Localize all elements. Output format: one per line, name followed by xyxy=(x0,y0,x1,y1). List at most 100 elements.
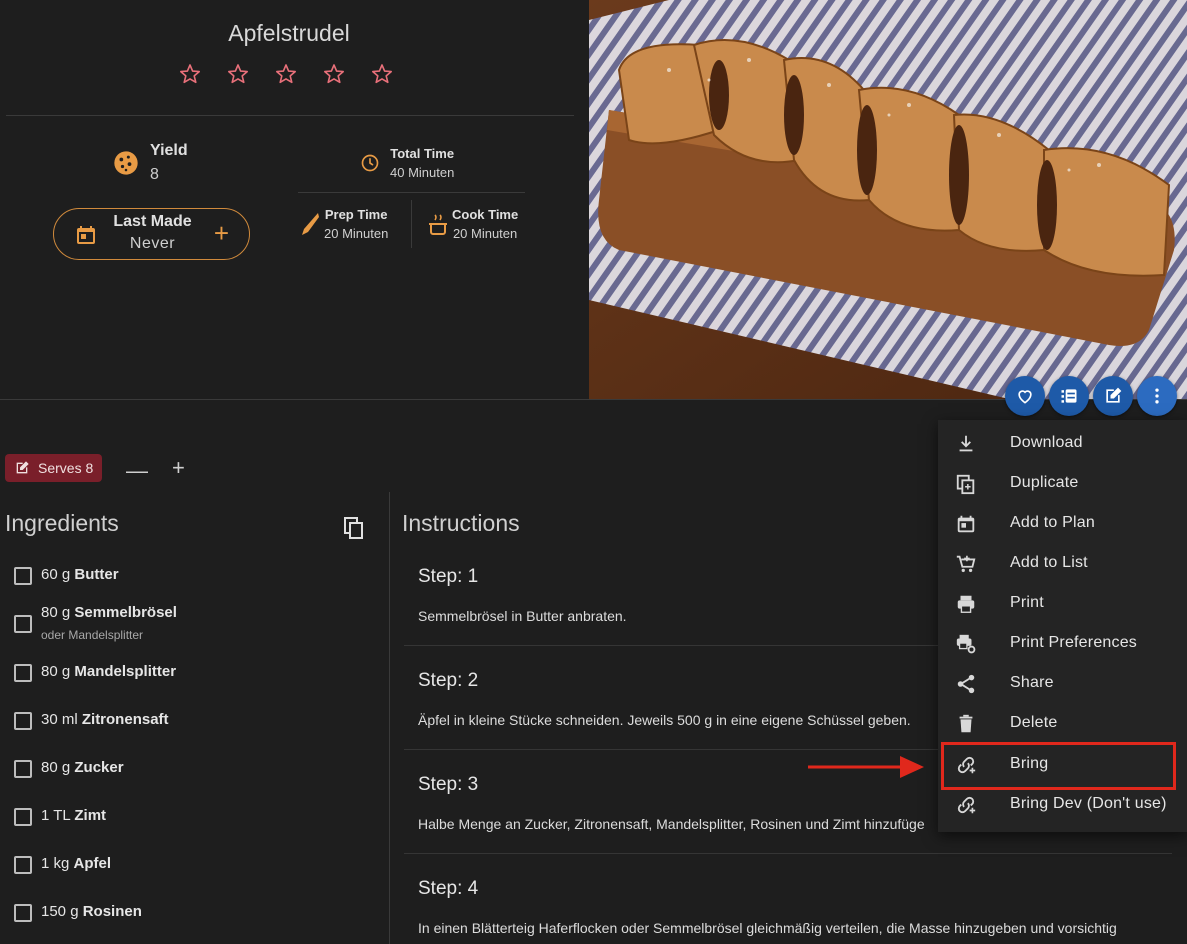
ingredient-checkbox[interactable] xyxy=(14,760,32,778)
yield-info: Yield 8 xyxy=(112,142,188,184)
menu-item-label: Share xyxy=(1010,674,1054,691)
printer-settings-icon xyxy=(956,634,976,654)
trash-icon xyxy=(959,714,973,733)
add-last-made-icon[interactable]: + xyxy=(214,220,229,246)
time-divider-vertical xyxy=(411,200,412,248)
menu-item-share[interactable]: Share xyxy=(938,663,1187,703)
serves-label: Serves 8 xyxy=(38,460,94,476)
ingredient-qty: 80 g xyxy=(41,663,71,680)
instruction-step[interactable]: Step: 4 In einen Blätterteig Haferflocke… xyxy=(404,878,1172,936)
menu-item-print[interactable]: Print xyxy=(938,583,1187,623)
clock-icon xyxy=(361,154,379,172)
cook-time-info: Cook Time 20 Minuten xyxy=(428,207,518,241)
star-icon[interactable] xyxy=(178,62,202,86)
ingredient-qty: 60 g xyxy=(41,566,71,583)
ingredient-name: Zitronensaft xyxy=(81,711,169,728)
ingredient-checkbox[interactable] xyxy=(14,856,32,874)
header-divider xyxy=(6,115,574,116)
share-icon xyxy=(957,674,975,694)
last-made-button[interactable]: Last Made Never + xyxy=(53,208,250,260)
menu-item-label: Print Preferences xyxy=(1010,634,1138,651)
ingredient-item[interactable]: 60 g Butter xyxy=(14,566,119,585)
ingredient-name: Semmelbrösel xyxy=(74,604,177,621)
star-icon[interactable] xyxy=(322,62,346,86)
ingredient-checkbox[interactable] xyxy=(14,615,32,633)
menu-item-label: Delete xyxy=(1010,714,1058,731)
menu-item-duplicate[interactable]: Duplicate xyxy=(938,463,1187,503)
ingredient-item[interactable]: 1 kg Apfel xyxy=(14,855,111,874)
ingredient-item[interactable]: 1 TL Zimt xyxy=(14,807,106,826)
highlight-box xyxy=(941,742,1176,790)
ingredient-checkbox[interactable] xyxy=(14,712,32,730)
link-plus-icon xyxy=(957,796,976,814)
ingredient-item[interactable]: 80 g Zucker xyxy=(14,759,124,778)
cook-time-value: 20 Minuten xyxy=(452,226,518,241)
ingredient-checkbox[interactable] xyxy=(14,904,32,922)
total-time-info: Total Time 40 Minuten xyxy=(360,146,454,180)
menu-item-label: Print xyxy=(1010,594,1044,611)
prep-time-label: Prep Time xyxy=(324,207,388,222)
cart-plus-icon xyxy=(956,555,976,573)
cookie-icon xyxy=(114,151,138,175)
recipe-header: Apfelstrudel Yield 8 Last Made Never + T… xyxy=(0,0,589,399)
menu-item-download[interactable]: Download xyxy=(938,423,1187,463)
menu-item-bring-dev[interactable]: Bring Dev (Don't use) xyxy=(938,784,1187,824)
ingredient-qty: 30 ml xyxy=(41,711,78,728)
download-icon xyxy=(959,435,973,452)
star-icon[interactable] xyxy=(226,62,250,86)
star-icon[interactable] xyxy=(370,62,394,86)
recipe-title: Apfelstrudel xyxy=(228,20,350,46)
ingredient-item[interactable]: 80 g Mandelsplitter xyxy=(14,663,176,682)
ingredient-item[interactable]: 80 g Semmelbrösel oder Mandelsplitter xyxy=(14,604,177,642)
serves-chip[interactable]: Serves 8 xyxy=(5,454,103,482)
ingredient-item[interactable]: 30 ml Zitronensaft xyxy=(14,711,169,730)
ingredient-name: Rosinen xyxy=(82,903,142,920)
star-icon[interactable] xyxy=(274,62,298,86)
edit-icon xyxy=(16,461,29,474)
favorite-button[interactable] xyxy=(1005,376,1045,416)
edit-button[interactable] xyxy=(1093,376,1133,416)
increase-serves-button[interactable]: + xyxy=(172,455,185,481)
more-button[interactable] xyxy=(1137,376,1177,416)
time-divider xyxy=(298,192,525,193)
ingredient-qty: 80 g xyxy=(41,759,71,776)
ingredient-qty: 1 TL xyxy=(41,807,71,824)
menu-item-label: Download xyxy=(1010,434,1083,451)
printer-icon xyxy=(957,595,975,613)
ingredient-note: oder Mandelsplitter xyxy=(41,628,144,642)
total-time-label: Total Time xyxy=(390,146,455,161)
copy-icon[interactable] xyxy=(343,516,365,545)
arrow-annotation xyxy=(808,756,924,778)
menu-item-label: Add to Plan xyxy=(1010,514,1095,531)
step-divider xyxy=(404,853,1172,854)
list-icon xyxy=(1061,389,1077,403)
ingredient-qty: 80 g xyxy=(41,604,71,621)
rating-stars[interactable] xyxy=(178,62,394,86)
menu-item-delete[interactable]: Delete xyxy=(938,703,1187,743)
ingredients-title: Ingredients xyxy=(5,510,119,536)
timeline-button[interactable] xyxy=(1049,376,1089,416)
ingredient-item[interactable]: 150 g Rosinen xyxy=(14,903,142,922)
total-time-value: 40 Minuten xyxy=(390,165,455,180)
ingredient-checkbox[interactable] xyxy=(14,567,32,585)
calendar-icon xyxy=(957,515,975,533)
step-text: In einen Blätterteig Haferflocken oder S… xyxy=(418,920,1117,936)
ingredient-qty: 150 g xyxy=(41,903,79,920)
prep-time-info: Prep Time 20 Minuten xyxy=(300,207,388,241)
menu-item-label: Add to List xyxy=(1010,554,1088,571)
decrease-serves-button[interactable]: — xyxy=(126,458,148,484)
instructions-title: Instructions xyxy=(402,510,520,536)
knife-icon xyxy=(302,213,319,235)
menu-item-add-to-list[interactable]: Add to List xyxy=(938,543,1187,583)
ingredient-name: Apfel xyxy=(73,855,112,872)
pot-steam-icon xyxy=(429,214,447,235)
edit-icon xyxy=(1106,387,1122,403)
recipe-image xyxy=(589,0,1187,399)
menu-item-label: Duplicate xyxy=(1010,474,1079,491)
cook-time-label: Cook Time xyxy=(452,207,519,222)
ingredient-checkbox[interactable] xyxy=(14,664,32,682)
ingredient-qty: 1 kg xyxy=(41,855,70,872)
menu-item-print-preferences[interactable]: Print Preferences xyxy=(938,623,1187,663)
ingredient-checkbox[interactable] xyxy=(14,808,32,826)
menu-item-add-to-plan[interactable]: Add to Plan xyxy=(938,503,1187,543)
